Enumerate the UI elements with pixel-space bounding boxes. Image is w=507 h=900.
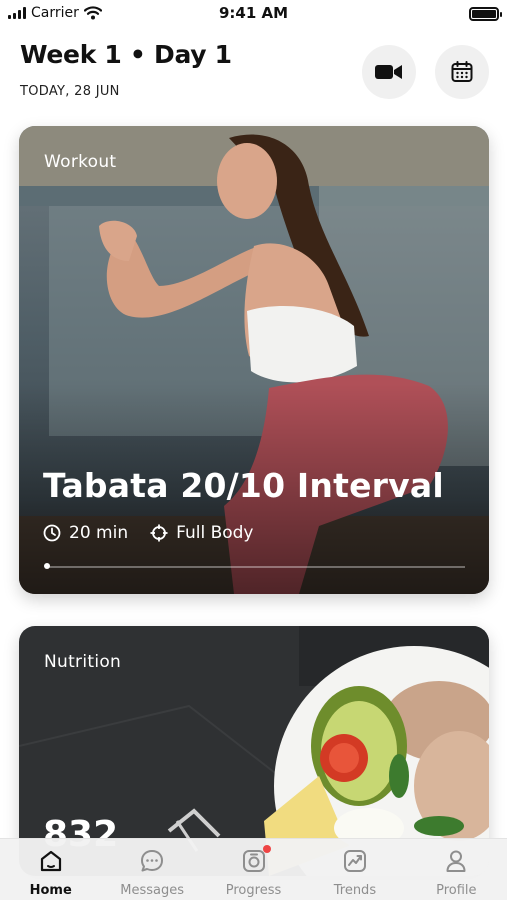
- status-bar: Carrier 9:41 AM: [0, 0, 507, 28]
- bottom-nav: Home Messages Progress Trends Profile: [0, 838, 507, 900]
- nav-progress[interactable]: Progress: [203, 839, 304, 900]
- camera-progress-icon: [241, 845, 271, 874]
- page-date: TODAY, 28 JUN: [20, 84, 120, 99]
- nav-profile-label: Profile: [436, 883, 477, 898]
- user-icon: [443, 848, 469, 874]
- nav-home-label: Home: [29, 883, 72, 898]
- page-title: Week 1 • Day 1: [20, 40, 232, 69]
- video-camera-icon: [375, 65, 402, 79]
- workout-card[interactable]: Workout Tabata 20/10 Interval 20 min Ful…: [19, 126, 489, 594]
- chat-icon: [139, 848, 165, 874]
- calendar-button[interactable]: [435, 45, 489, 99]
- trend-chart-icon: [342, 848, 368, 874]
- nav-messages[interactable]: Messages: [101, 839, 202, 900]
- nav-home[interactable]: Home: [0, 839, 101, 900]
- nav-profile[interactable]: Profile: [406, 839, 507, 900]
- focus-item: Full Body: [150, 523, 253, 543]
- duration-text: 20 min: [69, 523, 129, 543]
- nav-trends-label: Trends: [333, 883, 377, 898]
- nav-progress-label: Progress: [225, 883, 282, 898]
- nav-trends[interactable]: Trends: [304, 839, 405, 900]
- workout-label: Workout: [44, 152, 117, 172]
- video-button[interactable]: [362, 45, 416, 99]
- workout-title: Tabata 20/10 Interval: [43, 466, 444, 505]
- carousel-track: [45, 566, 465, 568]
- home-icon: [38, 848, 64, 874]
- status-time: 9:41 AM: [218, 4, 289, 22]
- duration-item: 20 min: [43, 523, 128, 543]
- battery-icon: [469, 7, 502, 21]
- notification-badge: [262, 845, 271, 853]
- workout-meta: 20 min Full Body: [43, 523, 275, 543]
- clock-icon: [43, 524, 61, 542]
- carousel-indicator: [44, 563, 50, 569]
- focus-text: Full Body: [176, 523, 254, 543]
- nav-messages-label: Messages: [120, 883, 184, 898]
- calendar-icon: [451, 61, 473, 82]
- target-icon: [150, 524, 168, 542]
- nutrition-label: Nutrition: [44, 652, 122, 672]
